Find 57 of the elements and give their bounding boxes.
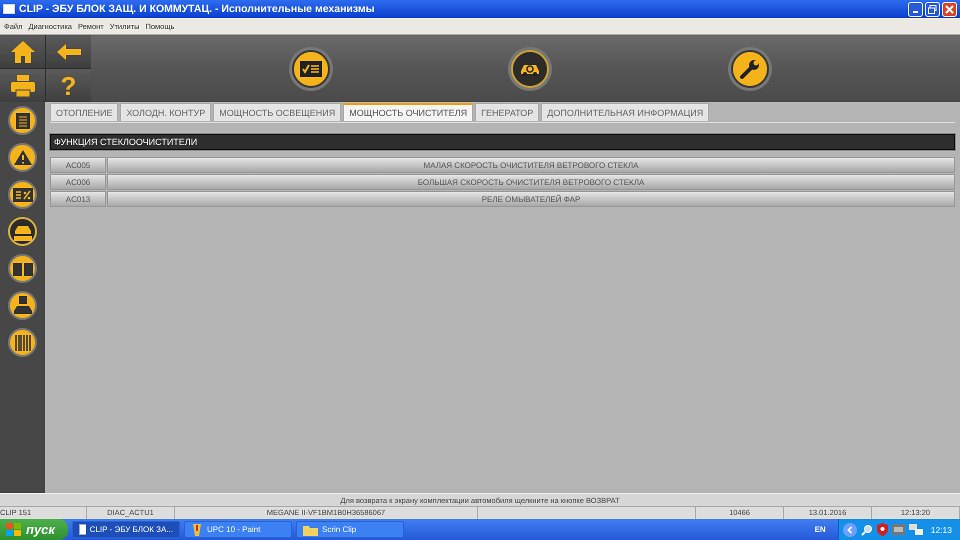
document-icon [14, 112, 30, 130]
language-indicator[interactable]: EN [814, 525, 826, 534]
back-arrow-icon [56, 42, 82, 60]
home-icon [10, 40, 36, 64]
barcode-icon [14, 334, 32, 352]
tab[interactable]: ХОЛОДН. КОНТУР [120, 103, 212, 121]
car-disk-button[interactable] [8, 291, 37, 320]
tab[interactable]: МОЩНОСТЬ ОСВЕЩЕНИЯ [213, 103, 342, 121]
clock: 12:13 [930, 524, 952, 534]
home-button[interactable] [0, 35, 45, 68]
print-button[interactable] [0, 69, 45, 102]
folder-icon [303, 524, 318, 536]
network-icon[interactable] [908, 524, 923, 536]
tab[interactable]: ДОПОЛНИТЕЛЬНАЯ ИНФОРМАЦИЯ [541, 103, 710, 121]
close-icon [945, 4, 954, 14]
wrench-button[interactable] [731, 50, 770, 88]
taskbar-button[interactable]: UPC 10 - Paint [184, 521, 292, 538]
minimize-button[interactable] [908, 2, 923, 16]
book-button[interactable] [8, 254, 37, 283]
book-icon [12, 260, 34, 276]
close-button[interactable] [942, 2, 957, 16]
percent-button[interactable] [8, 180, 37, 209]
window-icon [3, 4, 15, 14]
car-bench-button[interactable] [8, 217, 37, 246]
barcode-button[interactable] [8, 328, 37, 357]
actuator-name-button[interactable]: БОЛЬШАЯ СКОРОСТЬ ОЧИСТИТЕЛЯ ВЕТРОВОГО СТЕКЛА [107, 174, 955, 190]
maximize-button[interactable] [925, 2, 940, 16]
warning-button[interactable] [8, 143, 37, 172]
warning-icon [12, 149, 32, 166]
section-header: ФУНКЦИЯ СТЕКЛООЧИСТИТЕЛИ [50, 134, 955, 150]
actuator-code-button[interactable]: AC005 [50, 157, 106, 173]
restore-icon [928, 4, 937, 14]
actuator-code-button[interactable]: AC006 [50, 174, 106, 190]
windows-logo-icon [6, 522, 22, 536]
shield-icon[interactable] [876, 523, 888, 536]
help-button[interactable]: ? [46, 69, 91, 102]
document-button[interactable] [8, 106, 37, 135]
task-list-icon [300, 60, 322, 76]
wrench-icon [739, 58, 762, 80]
start-button[interactable]: пуск [0, 519, 68, 540]
car-scan-button[interactable] [511, 50, 550, 88]
actuator-name-button[interactable]: РЕЛЕ ОМЫВАТЕЛЕЙ ФАР [107, 191, 955, 207]
window-title: CLIP - ЭБУ БЛОК ЗАЩ. И КОММУТАЦ. - Исполнительные механизмы [19, 3, 375, 15]
tab[interactable]: ОТОПЛЕНИЕ [50, 103, 118, 121]
back-button[interactable] [46, 35, 91, 68]
task-list-button[interactable] [292, 50, 330, 88]
taskbar-button[interactable]: Scrin Clip [296, 521, 404, 538]
tab[interactable]: МОЩНОСТЬ ОЧИСТИТЕЛЯ [343, 103, 474, 121]
chevron-icon[interactable] [842, 522, 857, 536]
actuator-name-button[interactable]: МАЛАЯ СКОРОСТЬ ОЧИСТИТЕЛЯ ВЕТРОВОГО СТЕКЛА [107, 157, 955, 173]
taskbar-button[interactable]: CLIP - ЭБУ БЛОК ЗА... [72, 521, 180, 538]
search-icon[interactable] [860, 524, 873, 536]
actuator-code-button[interactable]: AC013 [50, 191, 106, 207]
printer-icon [10, 74, 36, 98]
window-icon [79, 524, 86, 535]
percent-icon [12, 188, 32, 202]
tab[interactable]: ГЕНЕРАТОР [475, 103, 540, 121]
